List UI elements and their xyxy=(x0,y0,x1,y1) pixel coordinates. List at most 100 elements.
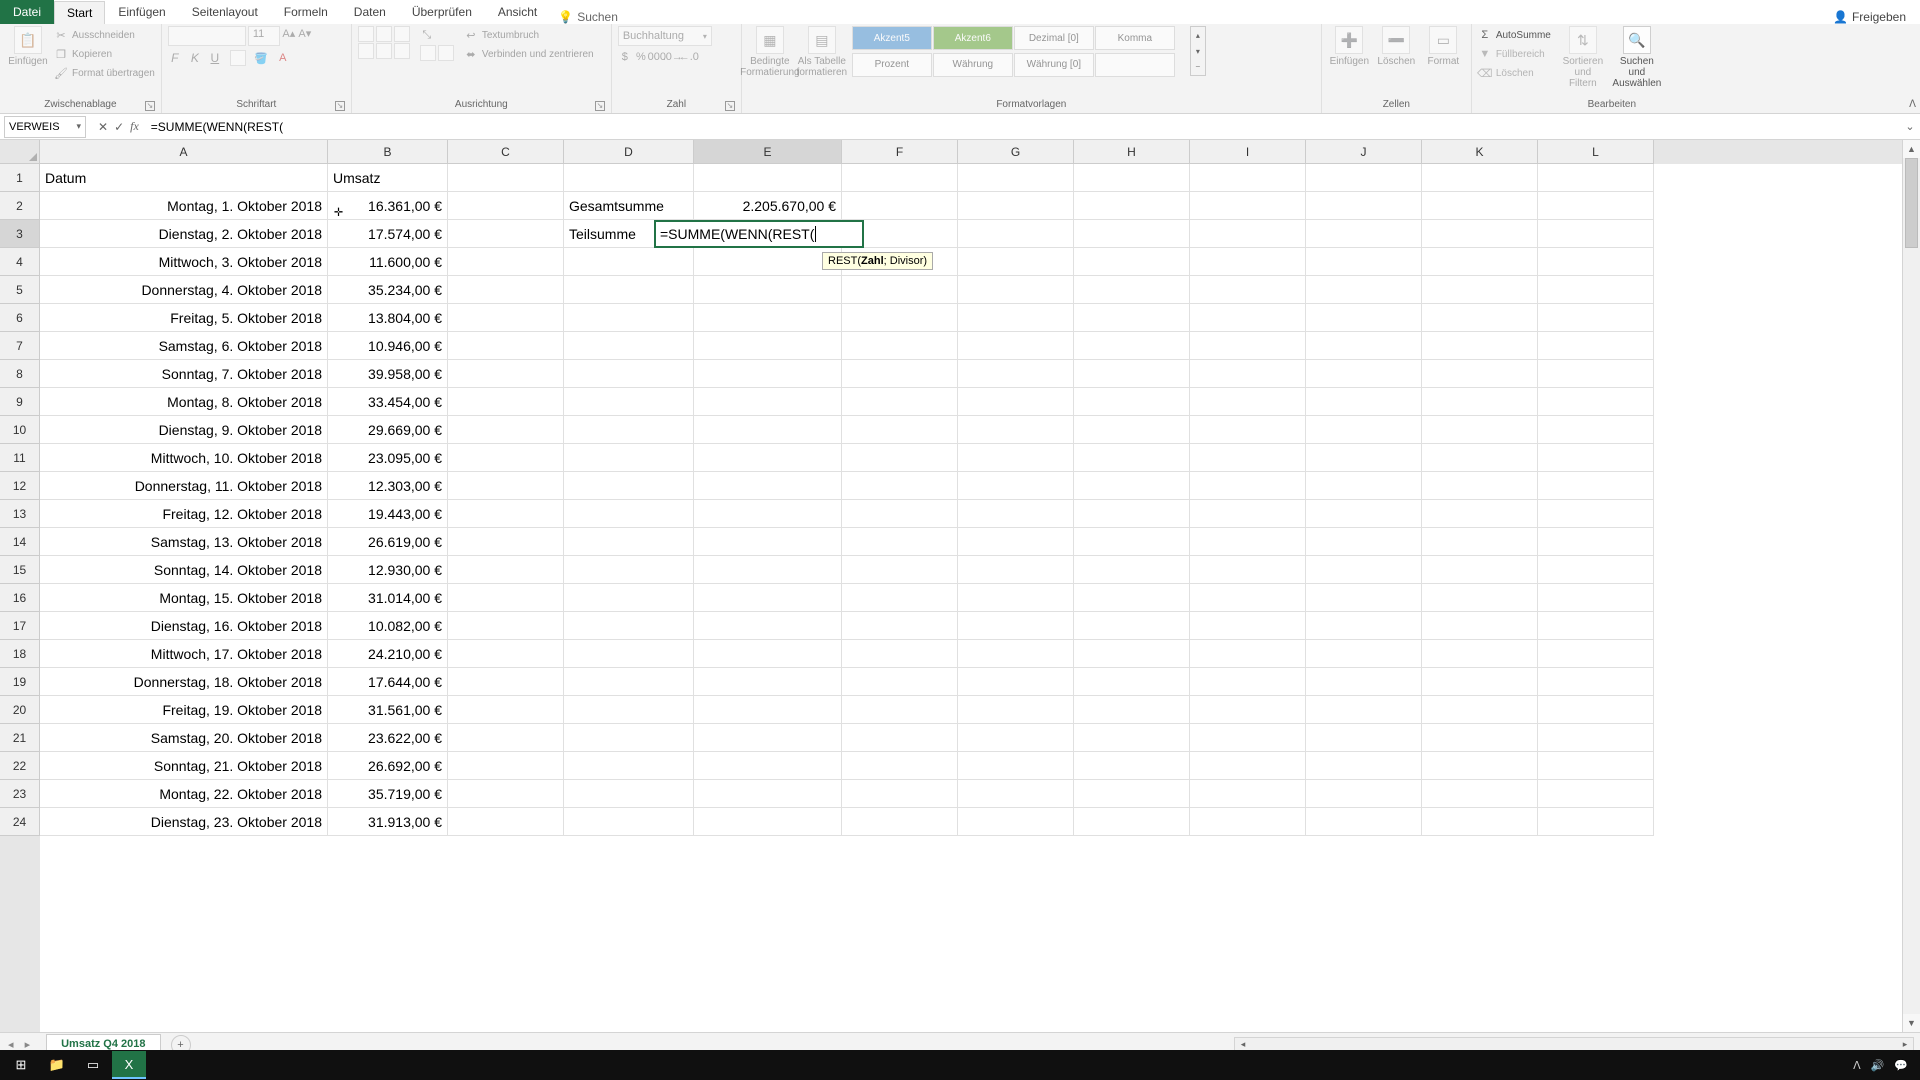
collapse-ribbon-icon[interactable]: ᐱ xyxy=(1909,99,1916,110)
cell[interactable] xyxy=(1190,668,1306,696)
increase-font-icon[interactable]: A▴ xyxy=(282,26,296,40)
cell[interactable] xyxy=(842,808,958,836)
scroll-up-icon[interactable]: ▲ xyxy=(1903,140,1920,158)
cell[interactable] xyxy=(1074,248,1190,276)
cell-value[interactable]: 33.454,00 € xyxy=(328,388,448,416)
start-button[interactable]: ⊞ xyxy=(4,1051,38,1079)
cell[interactable] xyxy=(842,584,958,612)
format-painter-button[interactable]: 🖌Format übertragen xyxy=(54,64,155,82)
clear-button[interactable]: ⌫Löschen xyxy=(1478,64,1551,82)
cell[interactable] xyxy=(842,388,958,416)
cell[interactable] xyxy=(1538,640,1654,668)
share-button[interactable]: 👤 Freigeben xyxy=(1833,10,1906,24)
row-header[interactable]: 7 xyxy=(0,332,40,360)
cell[interactable] xyxy=(694,500,842,528)
paste-button[interactable]: 📋 Einfügen xyxy=(6,26,50,67)
cell-date[interactable]: Samstag, 6. Oktober 2018 xyxy=(40,332,328,360)
column-header[interactable]: D xyxy=(564,140,694,164)
tab-view[interactable]: Ansicht xyxy=(485,0,550,24)
cell[interactable] xyxy=(694,248,842,276)
cell[interactable] xyxy=(842,360,958,388)
wrap-text-button[interactable]: ↩Textumbruch xyxy=(464,26,594,44)
row-header[interactable]: 18 xyxy=(0,640,40,668)
cell[interactable] xyxy=(958,780,1074,808)
column-headers[interactable]: ABCDEFGHIJKL xyxy=(40,140,1902,164)
cell[interactable] xyxy=(448,388,564,416)
cell[interactable] xyxy=(1074,388,1190,416)
cell-value[interactable]: 10.082,00 € xyxy=(328,612,448,640)
cell[interactable] xyxy=(1422,696,1538,724)
cell-date[interactable]: Sonntag, 14. Oktober 2018 xyxy=(40,556,328,584)
sort-filter-button[interactable]: ⇅Sortieren und Filtern xyxy=(1561,26,1605,89)
cell[interactable] xyxy=(694,640,842,668)
column-header[interactable]: L xyxy=(1538,140,1654,164)
cell[interactable] xyxy=(564,332,694,360)
row-header[interactable]: 4 xyxy=(0,248,40,276)
cell[interactable] xyxy=(1306,444,1422,472)
cell[interactable] xyxy=(1538,808,1654,836)
column-header[interactable]: A xyxy=(40,140,328,164)
cell[interactable] xyxy=(448,668,564,696)
cell[interactable] xyxy=(1538,220,1654,248)
cell[interactable] xyxy=(842,444,958,472)
row-header[interactable]: 20 xyxy=(0,696,40,724)
fill-button[interactable]: ▼Füllbereich xyxy=(1478,45,1551,63)
merge-center-button[interactable]: ⬌Verbinden und zentrieren xyxy=(464,45,594,63)
cell-value[interactable]: 10.946,00 € xyxy=(328,332,448,360)
italic-button[interactable]: K xyxy=(188,51,202,65)
cell-date[interactable]: Donnerstag, 4. Oktober 2018 xyxy=(40,276,328,304)
select-all-corner[interactable] xyxy=(0,140,40,164)
cell[interactable] xyxy=(1190,248,1306,276)
fx-icon[interactable]: fx xyxy=(130,119,139,134)
tray-notifications-icon[interactable]: 💬 xyxy=(1894,1059,1908,1072)
cell[interactable] xyxy=(1074,500,1190,528)
cell[interactable] xyxy=(564,668,694,696)
style-akzent5[interactable]: Akzent5 xyxy=(852,26,932,50)
cell[interactable] xyxy=(1422,556,1538,584)
cell[interactable] xyxy=(842,696,958,724)
row-header[interactable]: 5 xyxy=(0,276,40,304)
style-waehrung[interactable]: Währung xyxy=(933,53,1013,77)
tab-file[interactable]: Datei xyxy=(0,0,54,24)
cell-value[interactable]: 26.692,00 € xyxy=(328,752,448,780)
cancel-formula-button[interactable]: ✕ xyxy=(98,120,108,134)
cell[interactable] xyxy=(1306,500,1422,528)
column-header[interactable]: E xyxy=(694,140,842,164)
font-size-select[interactable]: 11 xyxy=(248,26,280,46)
cell[interactable] xyxy=(1306,164,1422,192)
cell[interactable] xyxy=(1074,276,1190,304)
cell[interactable] xyxy=(1538,696,1654,724)
cell[interactable] xyxy=(1538,332,1654,360)
cell[interactable] xyxy=(564,556,694,584)
cell[interactable] xyxy=(564,276,694,304)
cell[interactable] xyxy=(1422,388,1538,416)
cell[interactable] xyxy=(564,360,694,388)
cell[interactable] xyxy=(1306,472,1422,500)
cell[interactable] xyxy=(1074,472,1190,500)
cell[interactable] xyxy=(694,444,842,472)
cell-date[interactable]: Samstag, 13. Oktober 2018 xyxy=(40,528,328,556)
cell[interactable] xyxy=(842,668,958,696)
cell-date[interactable]: Freitag, 5. Oktober 2018 xyxy=(40,304,328,332)
cell-date[interactable]: Mittwoch, 10. Oktober 2018 xyxy=(40,444,328,472)
cell[interactable] xyxy=(1538,528,1654,556)
increase-indent-icon[interactable] xyxy=(438,45,454,61)
cell[interactable] xyxy=(1074,780,1190,808)
cell[interactable] xyxy=(958,612,1074,640)
cell-date[interactable]: Dienstag, 9. Oktober 2018 xyxy=(40,416,328,444)
cell[interactable] xyxy=(1190,388,1306,416)
font-color-button[interactable]: A xyxy=(276,51,290,65)
cell[interactable] xyxy=(448,528,564,556)
row-header[interactable]: 10 xyxy=(0,416,40,444)
cell-value[interactable]: 23.622,00 € xyxy=(328,724,448,752)
accounting-icon[interactable]: $ xyxy=(618,50,632,64)
cell[interactable] xyxy=(1306,388,1422,416)
cell-value[interactable]: 17.644,00 € xyxy=(328,668,448,696)
cell[interactable] xyxy=(1074,808,1190,836)
cell[interactable] xyxy=(1190,556,1306,584)
cell[interactable] xyxy=(1422,164,1538,192)
align-left-icon[interactable] xyxy=(358,43,374,59)
cell[interactable] xyxy=(842,612,958,640)
align-top-icon[interactable] xyxy=(358,26,374,42)
cell-value[interactable]: 35.719,00 € xyxy=(328,780,448,808)
